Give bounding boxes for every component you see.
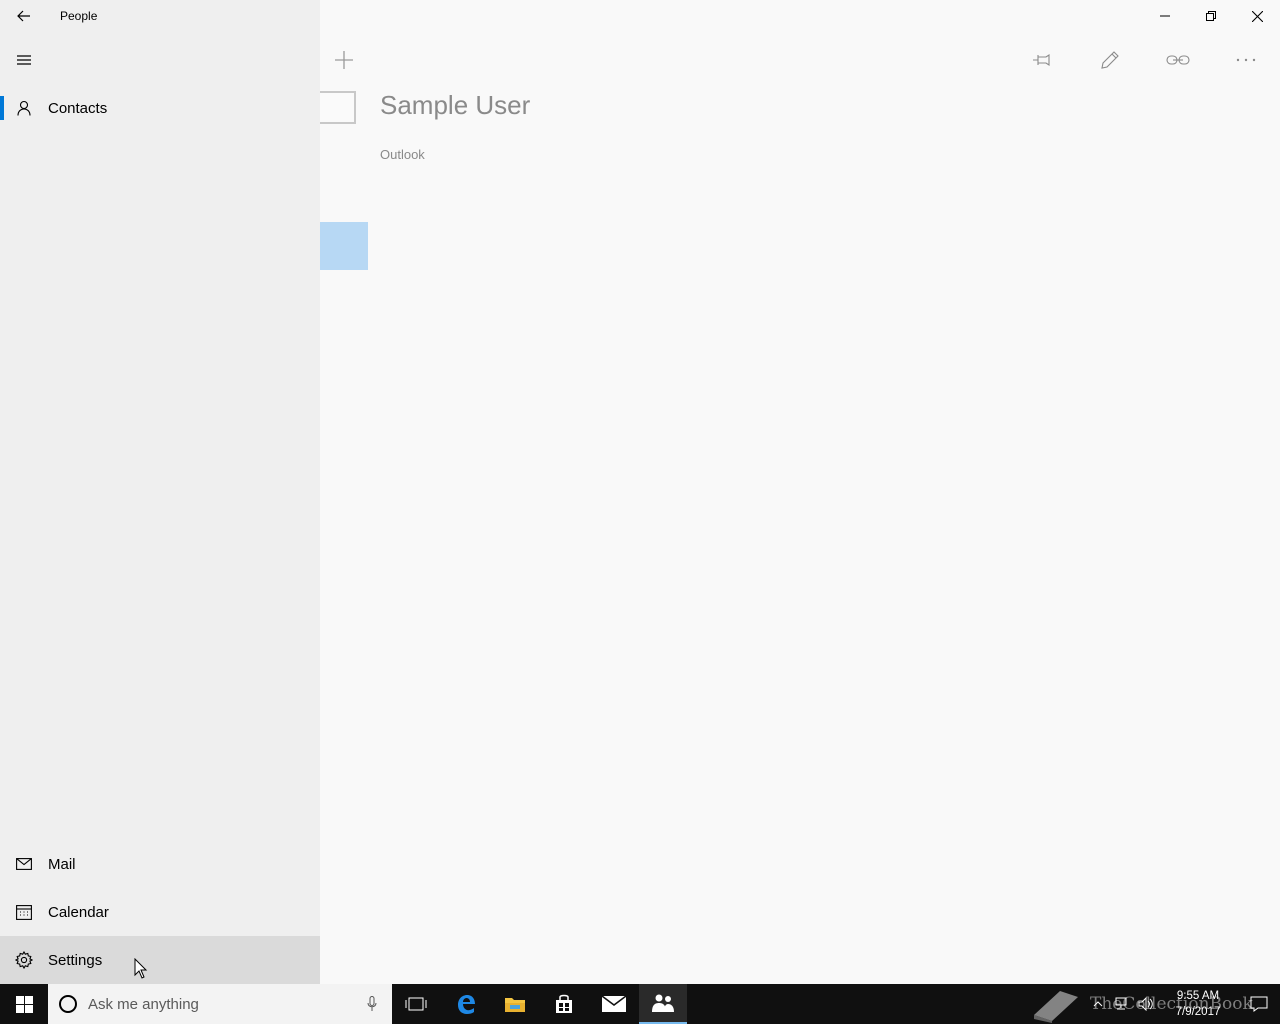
mail-icon	[0, 840, 48, 888]
title-bar: People	[0, 0, 320, 32]
person-icon	[0, 84, 48, 132]
edit-button[interactable]	[1076, 36, 1144, 84]
windows-logo-icon	[15, 995, 33, 1013]
taskbar-app-edge[interactable]	[442, 984, 490, 1024]
minimize-button[interactable]	[1142, 0, 1188, 32]
taskbar-app-people[interactable]	[639, 984, 687, 1024]
notification-icon	[1250, 996, 1268, 1012]
window-controls	[1142, 0, 1280, 32]
clock[interactable]: 9:55 AM 7/9/2017	[1158, 984, 1238, 1024]
command-bar	[1008, 36, 1280, 84]
system-tray: 9:55 AM 7/9/2017	[1086, 984, 1280, 1024]
cortana-icon	[48, 984, 88, 1024]
hamburger-icon	[17, 55, 31, 65]
close-icon	[1251, 10, 1263, 22]
network-icon	[1115, 997, 1127, 1010]
nav-item-label: Calendar	[48, 903, 109, 921]
mouse-cursor-icon	[134, 958, 148, 979]
speaker-icon	[1138, 997, 1153, 1011]
book-icon	[1034, 991, 1078, 1023]
clock-time: 9:55 AM	[1176, 990, 1220, 1002]
network-button[interactable]	[1110, 984, 1134, 1024]
search-box[interactable]: Ask me anything	[48, 984, 392, 1024]
mail-icon	[602, 996, 626, 1012]
restore-icon	[1206, 11, 1216, 21]
nav-item-settings[interactable]: Settings	[0, 936, 320, 984]
nav-item-contacts[interactable]: Contacts	[0, 84, 320, 132]
taskbar: Ask me anything TheCollectionBook 9:55 A…	[0, 984, 1280, 1024]
clock-date: 7/9/2017	[1175, 1006, 1221, 1018]
hamburger-menu-button[interactable]	[0, 36, 48, 84]
microphone-icon[interactable]	[352, 984, 392, 1024]
restore-button[interactable]	[1188, 0, 1234, 32]
link-button[interactable]	[1144, 36, 1212, 84]
more-button[interactable]	[1212, 36, 1280, 84]
start-button[interactable]	[0, 984, 48, 1024]
pin-button[interactable]	[1008, 36, 1076, 84]
calendar-icon	[0, 888, 48, 936]
nav-item-mail[interactable]: Mail	[0, 840, 320, 888]
pin-icon	[1033, 53, 1050, 67]
people-icon	[652, 994, 674, 1012]
gear-icon	[0, 936, 48, 984]
action-center-button[interactable]	[1238, 984, 1280, 1024]
edge-icon	[458, 995, 475, 1014]
nav-item-label: Settings	[48, 951, 103, 969]
contact-source: Outlook	[380, 147, 425, 162]
add-contact-button[interactable]	[320, 36, 368, 84]
store-icon	[556, 994, 572, 1013]
nav-item-label: Mail	[48, 855, 76, 873]
navigation-pane: People Contacts Mail Calendar Settings	[0, 0, 320, 984]
selection-highlight	[320, 222, 368, 270]
back-button[interactable]	[0, 0, 48, 32]
nav-item-label: Contacts	[48, 99, 108, 117]
search-placeholder: Ask me anything	[88, 995, 199, 1013]
chevron-up-icon	[1093, 1001, 1103, 1007]
taskbar-app-store[interactable]	[540, 984, 588, 1024]
app-title: People	[60, 9, 98, 23]
more-icon	[1236, 58, 1256, 62]
volume-button[interactable]	[1134, 984, 1158, 1024]
edit-icon	[1101, 51, 1119, 69]
nav-item-calendar[interactable]: Calendar	[0, 888, 320, 936]
task-view-button[interactable]	[392, 984, 440, 1024]
minimize-icon	[1160, 15, 1170, 17]
link-icon	[1166, 55, 1190, 65]
contact-name: Sample User	[380, 90, 531, 120]
task-view-icon	[405, 997, 427, 1011]
show-hidden-icons-button[interactable]	[1086, 984, 1110, 1024]
contact-avatar[interactable]	[320, 91, 356, 124]
plus-icon	[335, 51, 353, 69]
back-arrow-icon	[17, 10, 30, 22]
close-button[interactable]	[1234, 0, 1280, 32]
taskbar-app-mail[interactable]	[590, 984, 638, 1024]
file-explorer-icon	[505, 998, 525, 1012]
taskbar-app-file-explorer[interactable]	[491, 984, 539, 1024]
contact-detail-pane: Sample User Outlook	[320, 0, 1280, 984]
